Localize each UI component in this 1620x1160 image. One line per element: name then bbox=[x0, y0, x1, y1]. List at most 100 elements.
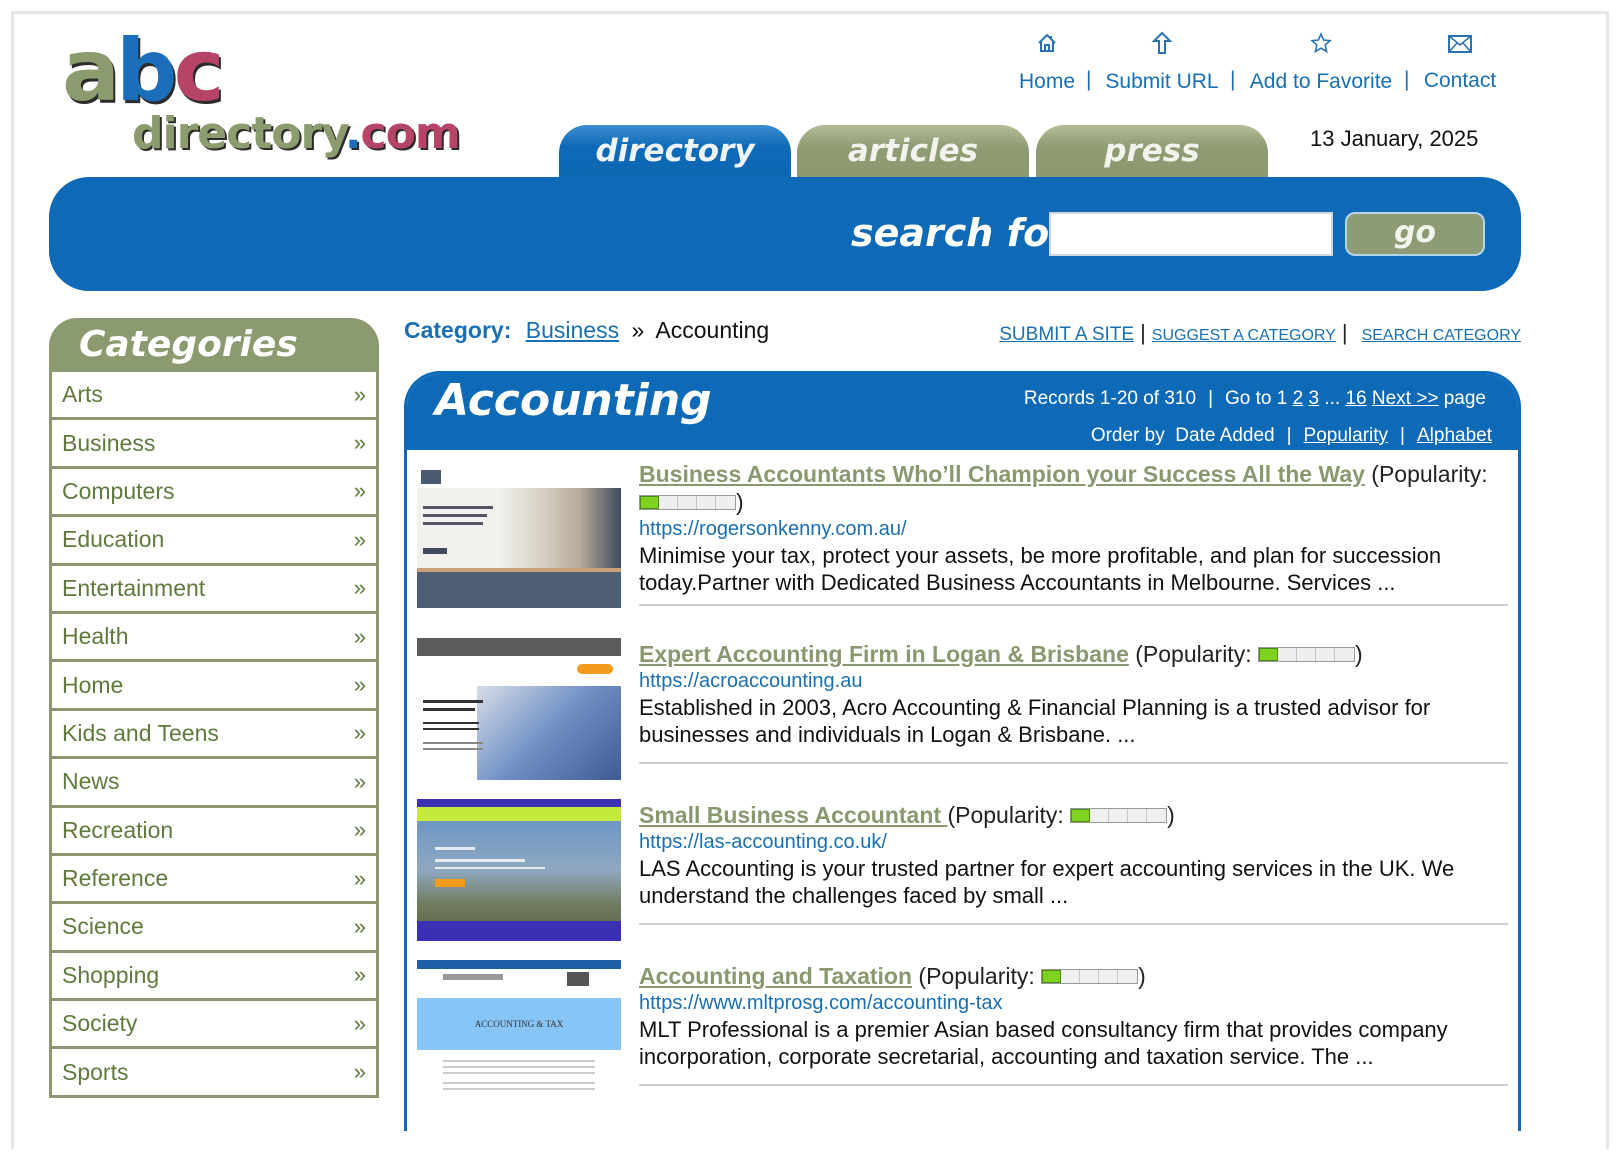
current-date: 13 January, 2025 bbox=[1310, 126, 1479, 151]
nav-contact[interactable]: Contact bbox=[1422, 28, 1498, 93]
popularity-label: (Popularity: bbox=[947, 802, 1064, 828]
home-icon bbox=[1038, 33, 1056, 52]
chevron-right-icon: » bbox=[353, 575, 366, 601]
chevron-right-icon: » bbox=[353, 1010, 366, 1036]
sidebar-item-education[interactable]: Education » bbox=[52, 517, 376, 566]
breadcrumb-label: Category: bbox=[404, 317, 512, 343]
popularity-segment bbox=[1258, 647, 1278, 661]
listing-description: MLT Professional is a premier Asian base… bbox=[639, 1017, 1448, 1069]
suggest-category-link[interactable]: SUGGEST A CATEGORY bbox=[1152, 327, 1336, 344]
page-link-last[interactable]: 16 bbox=[1345, 388, 1366, 409]
nav-submit-url[interactable]: Submit URL bbox=[1104, 28, 1220, 94]
tab-articles[interactable]: articles bbox=[797, 125, 1029, 179]
results-panel: Accounting Records 1-20 of 310 | Go to 1 2… bbox=[404, 371, 1521, 1131]
nav-submit-url-label[interactable]: Submit URL bbox=[1104, 70, 1220, 94]
category-label: Kids and Teens bbox=[62, 719, 219, 746]
sidebar-item-business[interactable]: Business » bbox=[52, 420, 376, 469]
category-label: Health bbox=[62, 623, 129, 650]
listing-title-link[interactable]: Business Accountants Who’ll Champion you… bbox=[639, 461, 1365, 487]
listing-divider bbox=[639, 1084, 1508, 1086]
category-label: Computers bbox=[62, 477, 175, 504]
categories-sidebar: Categories Arts» Business» Computers» Educa… bbox=[49, 318, 379, 1098]
order-separator: | bbox=[1286, 425, 1292, 446]
tab-press-releases[interactable]: press releases bbox=[1036, 125, 1268, 221]
breadcrumb-parent-link[interactable]: Business bbox=[526, 317, 619, 343]
nav-home[interactable]: Home bbox=[1018, 28, 1076, 94]
search-input[interactable] bbox=[1049, 212, 1333, 256]
popularity-meter bbox=[1257, 646, 1355, 662]
nav-add-favorite-label[interactable]: Add to Favorite bbox=[1248, 70, 1394, 94]
nav-add-favorite[interactable]: Add to Favorite bbox=[1248, 28, 1394, 94]
site-logo[interactable]: abc directory.com bbox=[62, 28, 461, 168]
chevron-right-icon: » bbox=[353, 1059, 366, 1085]
sort-options: Order by Date Added | Popularity | Alphabet bbox=[1091, 425, 1492, 447]
sidebar-item-arts[interactable]: Arts » bbox=[52, 372, 376, 421]
sidebar-item-recreation[interactable]: Recreation » bbox=[52, 807, 376, 856]
order-alphabet-link[interactable]: Alphabet bbox=[1417, 425, 1492, 446]
chevron-right-icon: » bbox=[353, 478, 366, 504]
listing-divider bbox=[639, 762, 1508, 764]
submit-site-link[interactable]: SUBMIT A SITE bbox=[999, 324, 1134, 345]
popularity-segment bbox=[1118, 969, 1138, 983]
listing-thumbnail[interactable] bbox=[417, 638, 621, 780]
tab-directory[interactable]: directory bbox=[559, 125, 791, 179]
listing-url[interactable]: https://las-accounting.co.uk/ bbox=[639, 829, 1508, 855]
chevron-right-icon: » bbox=[353, 913, 366, 939]
listing-title-link[interactable]: Expert Accounting Firm in Logan & Brisba… bbox=[639, 641, 1129, 667]
sidebar-item-health[interactable]: Health » bbox=[52, 613, 376, 663]
search-bar: search for go bbox=[49, 177, 1521, 291]
chevron-right-icon: » bbox=[353, 381, 366, 407]
next-page-link[interactable]: Next >> bbox=[1372, 388, 1439, 409]
sidebar-item-society[interactable]: Society » bbox=[52, 1001, 376, 1050]
listing-title-line: Accounting and Taxation (Popularity: ) bbox=[639, 962, 1508, 990]
chevron-right-icon: » bbox=[353, 672, 366, 698]
popularity-segment bbox=[716, 495, 735, 509]
listing-thumbnail[interactable] bbox=[417, 466, 621, 608]
listing-divider bbox=[639, 923, 1508, 925]
popularity-meter bbox=[639, 494, 736, 510]
nav-home-label[interactable]: Home bbox=[1018, 70, 1076, 94]
sidebar-item-sports[interactable]: Sports » bbox=[52, 1049, 376, 1098]
sidebar-item-science[interactable]: Science » bbox=[52, 904, 376, 953]
popularity-segment bbox=[678, 495, 697, 509]
nav-separator: | bbox=[1404, 68, 1410, 91]
listing-url[interactable]: https://acroaccounting.au bbox=[639, 668, 1508, 694]
order-separator: | bbox=[1400, 425, 1405, 446]
sidebar-item-home[interactable]: Home » bbox=[52, 662, 376, 711]
sidebar-item-reference[interactable]: Reference » bbox=[52, 855, 376, 905]
listing-title-link[interactable]: Accounting and Taxation bbox=[639, 963, 912, 989]
popularity-label: (Popularity: bbox=[1371, 461, 1488, 487]
breadcrumb: Category: Business » Accounting bbox=[404, 317, 769, 344]
category-label: Arts bbox=[62, 381, 103, 408]
category-label: Reference bbox=[62, 865, 169, 892]
order-date-added: Date Added bbox=[1175, 425, 1275, 446]
nav-separator: | bbox=[1230, 68, 1236, 91]
popularity-close: ) bbox=[1354, 641, 1363, 667]
listing-title-link[interactable]: Small Business Accountant bbox=[639, 802, 947, 828]
sidebar-item-entertainment[interactable]: Entertainment » bbox=[52, 565, 376, 614]
page-link-2[interactable]: 2 bbox=[1293, 388, 1304, 409]
listing-url[interactable]: https://rogersonkenny.com.au/ bbox=[639, 516, 1508, 542]
category-list: Arts» Business» Computers» Education» Entert… bbox=[49, 372, 379, 1098]
go-button[interactable]: go bbox=[1345, 212, 1485, 256]
listing-thumbnail[interactable]: ACCOUNTING & TAX bbox=[417, 960, 621, 1102]
listing-item: Expert Accounting Firm in Logan & Brisba… bbox=[407, 610, 1518, 780]
breadcrumb-separator: » bbox=[631, 317, 645, 343]
popularity-segment bbox=[1315, 647, 1335, 661]
chevron-right-icon: » bbox=[353, 526, 366, 552]
chevron-right-icon: » bbox=[353, 768, 366, 794]
search-category-link[interactable]: SEARCH CATEGORY bbox=[1362, 327, 1521, 344]
listing-url[interactable]: https://www.mltprosg.com/accounting-tax bbox=[639, 990, 1508, 1016]
sidebar-item-shopping[interactable]: Shopping » bbox=[52, 952, 376, 1002]
actions-separator: | bbox=[1140, 320, 1146, 345]
order-popularity-link[interactable]: Popularity bbox=[1304, 425, 1389, 446]
sidebar-item-kids-and-teens[interactable]: Kids and Teens » bbox=[52, 710, 376, 760]
category-label: Science bbox=[62, 913, 144, 940]
sidebar-item-news[interactable]: News » bbox=[52, 759, 376, 808]
nav-contact-label[interactable]: Contact bbox=[1422, 69, 1498, 93]
listing-thumbnail[interactable] bbox=[417, 799, 621, 941]
page-link-3[interactable]: 3 bbox=[1308, 388, 1319, 409]
popularity-segment bbox=[1090, 808, 1110, 822]
listing-divider bbox=[639, 604, 1508, 606]
sidebar-item-computers[interactable]: Computers » bbox=[52, 468, 376, 518]
